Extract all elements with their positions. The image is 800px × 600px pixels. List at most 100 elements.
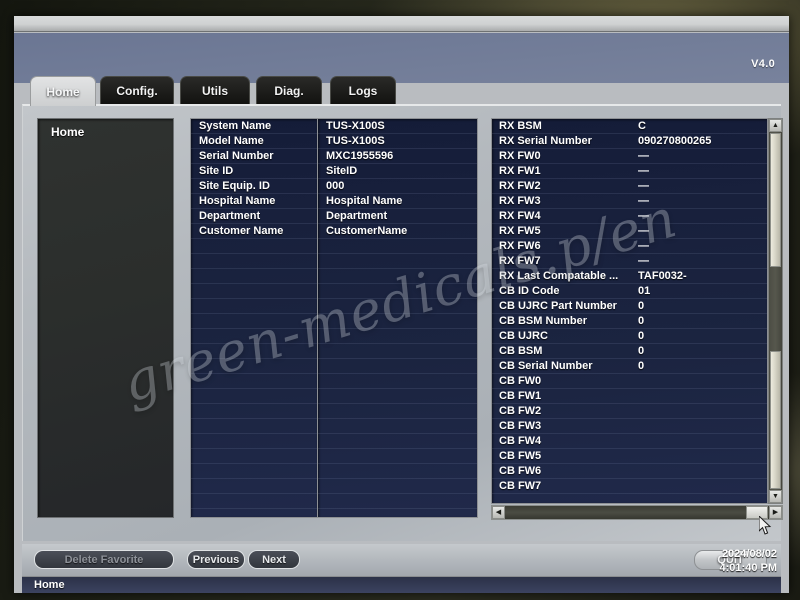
table-row[interactable]: CB FW2 [492, 404, 767, 419]
table-row[interactable] [318, 299, 477, 314]
tab-utils[interactable]: Utils [180, 76, 250, 104]
table-row[interactable]: RX FW0 — [492, 149, 767, 164]
scroll-up-icon[interactable]: ▲ [769, 119, 782, 132]
table-row[interactable] [191, 509, 317, 517]
table-row[interactable] [318, 479, 477, 494]
vertical-scrollbar-thumb-lower[interactable] [770, 351, 781, 489]
table-row[interactable]: CB UJRC 0 [492, 329, 767, 344]
table-row[interactable]: TUS-X100S [318, 119, 477, 134]
vertical-scrollbar[interactable]: ▲ ▼ [768, 118, 783, 504]
table-row[interactable] [318, 434, 477, 449]
table-row[interactable]: RX FW5 — [492, 224, 767, 239]
table-row[interactable]: CB FW0 [492, 374, 767, 389]
system-info-value-grid[interactable]: TUS-X100S TUS-X100S MXC1955596 SiteID 000 Hos… [318, 118, 478, 518]
tab-home[interactable]: Home [30, 76, 96, 106]
table-row[interactable] [191, 404, 317, 419]
device-info-value: 0 [638, 345, 645, 357]
table-row[interactable]: CB UJRC Part Number 0 [492, 299, 767, 314]
table-row[interactable] [191, 419, 317, 434]
previous-button[interactable]: Previous [187, 550, 245, 569]
table-row[interactable] [318, 494, 477, 509]
table-row[interactable] [191, 314, 317, 329]
table-row[interactable] [191, 299, 317, 314]
table-row[interactable] [191, 389, 317, 404]
table-row[interactable]: RX FW7 — [492, 254, 767, 269]
table-row[interactable]: Hospital Name [318, 194, 477, 209]
table-row[interactable]: CB FW5 [492, 449, 767, 464]
table-row[interactable]: CB BSM Number 0 [492, 314, 767, 329]
table-row[interactable]: CB FW6 [492, 464, 767, 479]
table-row[interactable]: TUS-X100S [318, 134, 477, 149]
table-row[interactable] [191, 374, 317, 389]
table-row[interactable] [318, 239, 477, 254]
tab-logs[interactable]: Logs [330, 76, 396, 104]
navigation-tree-panel[interactable]: Home [37, 118, 174, 518]
table-row[interactable]: Department [318, 209, 477, 224]
table-row[interactable] [318, 314, 477, 329]
delete-favorite-button[interactable]: Delete Favorite [34, 550, 174, 569]
table-row[interactable]: RX FW2 — [492, 179, 767, 194]
tab-config[interactable]: Config. [100, 76, 174, 104]
table-row[interactable] [318, 449, 477, 464]
table-row[interactable] [318, 419, 477, 434]
table-row[interactable] [191, 239, 317, 254]
table-row[interactable] [318, 284, 477, 299]
table-row[interactable]: RX BSM C [492, 119, 767, 134]
table-row[interactable]: CB ID Code 01 [492, 284, 767, 299]
table-row[interactable] [191, 269, 317, 284]
table-row[interactable] [318, 464, 477, 479]
table-row[interactable] [191, 329, 317, 344]
table-row[interactable]: MXC1955596 [318, 149, 477, 164]
tree-item-home[interactable]: Home [51, 125, 84, 139]
table-row[interactable] [191, 449, 317, 464]
table-row[interactable]: RX Serial Number 090270800265 [492, 134, 767, 149]
table-row[interactable]: CB BSM 0 [492, 344, 767, 359]
tab-diag[interactable]: Diag. [256, 76, 322, 104]
table-row[interactable] [191, 494, 317, 509]
table-row[interactable] [318, 509, 477, 517]
table-row[interactable] [191, 434, 317, 449]
table-row[interactable] [318, 329, 477, 344]
table-row[interactable]: RX FW1 — [492, 164, 767, 179]
table-row[interactable] [191, 284, 317, 299]
table-row[interactable]: Site ID [191, 164, 317, 179]
table-row[interactable]: 000 [318, 179, 477, 194]
table-row[interactable]: Hospital Name [191, 194, 317, 209]
table-row[interactable] [318, 344, 477, 359]
horizontal-scrollbar[interactable]: ◀ ▶ [491, 505, 783, 520]
table-row[interactable] [191, 464, 317, 479]
next-button[interactable]: Next [248, 550, 300, 569]
table-row[interactable]: Serial Number [191, 149, 317, 164]
table-row[interactable] [318, 269, 477, 284]
table-row[interactable]: CB Serial Number 0 [492, 359, 767, 374]
table-row[interactable]: CB FW3 [492, 419, 767, 434]
table-row[interactable]: CB FW7 [492, 479, 767, 494]
system-info-label-grid[interactable]: System Name Model Name Serial Number Site I… [190, 118, 318, 518]
table-row[interactable] [191, 344, 317, 359]
table-row[interactable] [191, 254, 317, 269]
table-row[interactable]: CustomerName [318, 224, 477, 239]
scroll-left-icon[interactable]: ◀ [492, 506, 505, 519]
table-row[interactable] [318, 404, 477, 419]
table-row[interactable] [318, 359, 477, 374]
table-row[interactable]: CB FW4 [492, 434, 767, 449]
table-row[interactable]: SiteID [318, 164, 477, 179]
table-row[interactable] [318, 254, 477, 269]
table-row[interactable]: Department [191, 209, 317, 224]
table-row[interactable]: Site Equip. ID [191, 179, 317, 194]
table-row[interactable]: Customer Name [191, 224, 317, 239]
vertical-scrollbar-thumb[interactable] [770, 133, 781, 267]
table-row[interactable]: RX FW6 — [492, 239, 767, 254]
table-row[interactable] [191, 359, 317, 374]
table-row[interactable]: CB FW1 [492, 389, 767, 404]
scroll-down-icon[interactable]: ▼ [769, 490, 782, 503]
table-row[interactable]: RX Last Compatable ... TAF0032- [492, 269, 767, 284]
table-row[interactable] [318, 389, 477, 404]
table-row[interactable]: System Name [191, 119, 317, 134]
table-row[interactable]: RX FW3 — [492, 194, 767, 209]
table-row[interactable] [191, 479, 317, 494]
table-row[interactable]: Model Name [191, 134, 317, 149]
table-row[interactable] [318, 374, 477, 389]
table-row[interactable]: RX FW4 — [492, 209, 767, 224]
device-info-grid[interactable]: RX BSM C RX Serial Number 090270800265 RX FW… [491, 118, 768, 504]
